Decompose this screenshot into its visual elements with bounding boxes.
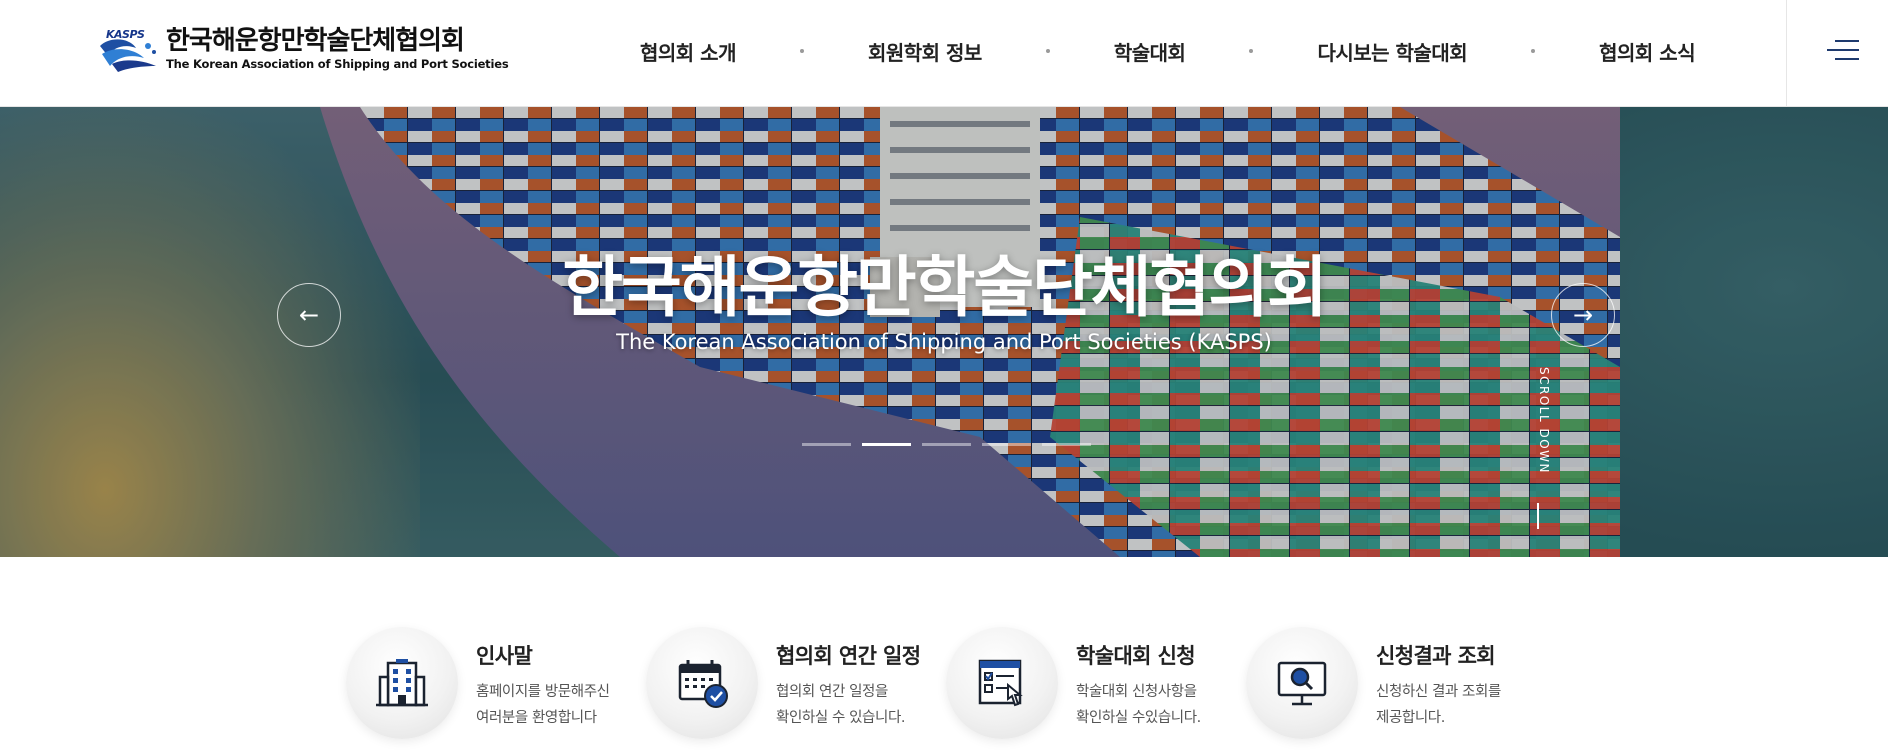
nav-separator [1045, 49, 1050, 53]
nav-item-conference[interactable]: 학술대회 [1114, 37, 1186, 66]
scroll-indicator-line [1537, 503, 1539, 529]
nav-item-member-societies[interactable]: 회원학회 정보 [868, 37, 982, 66]
quick-item-conference-application[interactable]: 학술대회 신청 학술대회 신청사항을 확인하실 수있습니다. [946, 627, 1246, 747]
hamburger-menu-button[interactable] [1786, 0, 1888, 107]
main-nav: 협의회 소개 회원학회 정보 학술대회 다시보는 학술대회 협의회 소식 [640, 0, 1696, 102]
scroll-down-link[interactable]: SCROLL DOWN [1531, 367, 1551, 477]
quick-item-greeting[interactable]: 인사말 홈페이지를 방문해주신 여러분을 환영합니다 [346, 627, 646, 747]
arrow-right-icon: → [1572, 301, 1594, 329]
quick-item-desc-line: 신청하신 결과 조회를 [1376, 684, 1501, 700]
nav-item-about[interactable]: 협의회 소개 [640, 37, 736, 66]
quick-item-desc: 신청하신 결과 조회를 제공합니다. [1376, 679, 1501, 731]
quick-item-desc: 협의회 연간 일정을 확인하실 수 있습니다. [776, 679, 905, 731]
logo-korean-name: 한국해운항만학술단체협의회 [166, 26, 465, 56]
calendar-check-icon [646, 627, 758, 739]
nav-separator [1249, 49, 1254, 53]
slide-prev-button[interactable]: ← [277, 283, 341, 347]
quick-item-result-lookup[interactable]: 신청결과 조회 신청하신 결과 조회를 제공합니다. [1246, 627, 1546, 747]
slide-dot[interactable] [982, 443, 1031, 446]
slide-dot-active[interactable] [862, 443, 911, 446]
building-icon [346, 627, 458, 739]
slide-dot[interactable] [802, 443, 851, 446]
quick-item-title: 신청결과 조회 [1376, 644, 1496, 668]
slide-pagination [802, 443, 1091, 446]
quick-item-desc-line: 여러분을 환영합니다 [476, 710, 597, 726]
application-form-icon [946, 627, 1058, 739]
kasps-emblem-icon: KASPS [96, 24, 162, 74]
quick-item-desc: 학술대회 신청사항을 확인하실 수있습니다. [1076, 679, 1201, 731]
site-header: KASPS 한국해운항만학술단체협의회 The Korean Associati… [0, 0, 1888, 107]
slide-dot[interactable] [922, 443, 971, 446]
hero-slider: 한국해운항만학술단체협의회 The Korean Association of … [0, 107, 1888, 557]
logo-mark-text: KASPS [106, 28, 145, 41]
monitor-search-icon [1246, 627, 1358, 739]
quick-item-desc-line: 확인하실 수 있습니다. [776, 710, 906, 726]
quick-item-desc: 홈페이지를 방문해주신 여러분을 환영합니다 [476, 679, 610, 731]
quick-item-desc-line: 협의회 연간 일정을 [776, 684, 888, 700]
nav-item-conference-archive[interactable]: 다시보는 학술대회 [1317, 37, 1467, 66]
site-logo[interactable]: KASPS 한국해운항만학술단체협의회 The Korean Associati… [96, 24, 509, 74]
quick-item-desc-line: 제공합니다. [1376, 710, 1445, 726]
slide-next-button[interactable]: → [1551, 283, 1615, 347]
nav-separator [1531, 49, 1536, 53]
slide-dot[interactable] [1042, 443, 1091, 446]
quick-item-title: 인사말 [476, 644, 533, 668]
quick-item-title: 협의회 연간 일정 [776, 644, 921, 668]
logo-english-name: The Korean Association of Shipping and P… [166, 57, 509, 71]
arrow-left-icon: ← [298, 301, 320, 329]
nav-item-news[interactable]: 협의회 소식 [1599, 37, 1695, 66]
quick-item-desc-line: 홈페이지를 방문해주신 [476, 684, 610, 700]
nav-separator [799, 49, 804, 53]
quick-item-annual-schedule[interactable]: 협의회 연간 일정 협의회 연간 일정을 확인하실 수 있습니다. [646, 627, 946, 747]
quick-item-desc-line: 학술대회 신청사항을 [1076, 684, 1197, 700]
quick-item-title: 학술대회 신청 [1076, 644, 1196, 668]
quick-menu: 인사말 홈페이지를 방문해주신 여러분을 환영합니다 협의회 연간 일정 협의회… [0, 557, 1888, 754]
quick-item-desc-line: 확인하실 수있습니다. [1076, 710, 1201, 726]
